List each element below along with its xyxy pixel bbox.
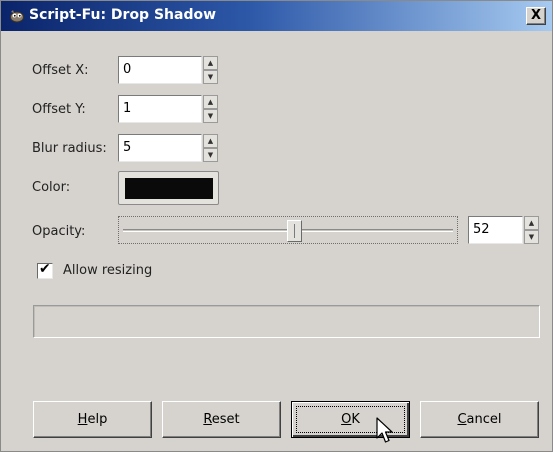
cancel-label-rest: ancel [466,412,502,427]
cancel-button[interactable]: Cancel [420,401,539,438]
offset-x-label: Offset X: [32,63,89,78]
increment-arrow-icon[interactable]: ▲ [203,134,218,148]
help-mnemonic: H [77,412,88,427]
decrement-arrow-icon[interactable]: ▼ [203,109,218,123]
blur-radius-stepper[interactable]: ▲ ▼ [203,134,218,162]
color-label: Color: [32,180,71,195]
offset-x-stepper[interactable]: ▲ ▼ [203,56,218,84]
window-title: Script-Fu: Drop Shadow [29,7,217,23]
cancel-mnemonic: C [457,412,467,427]
reset-button[interactable]: Reset [162,401,281,438]
offset-y-spinbox[interactable]: 1 ▲ ▼ [118,95,219,123]
offset-y-input[interactable]: 1 [118,95,202,123]
mouse-pointer-icon [376,417,393,443]
allow-resizing-checkbox[interactable]: ✔ [37,261,53,279]
checkmark-icon: ✔ [39,261,51,277]
color-picker-button[interactable] [118,171,219,205]
opacity-spinbox[interactable]: 52 ▲ ▼ [468,216,540,244]
offset-x-input[interactable]: 0 [118,56,202,84]
offset-y-label: Offset Y: [32,102,86,117]
decrement-arrow-icon[interactable]: ▼ [203,70,218,84]
blur-radius-label: Blur radius: [32,141,107,156]
decrement-arrow-icon[interactable]: ▼ [524,230,539,244]
close-button[interactable]: X [526,7,546,25]
blur-radius-input[interactable]: 5 [118,134,202,162]
title-bar[interactable]: Script-Fu: Drop Shadow X [1,1,552,31]
increment-arrow-icon[interactable]: ▲ [203,95,218,109]
close-icon: X [530,8,542,23]
progress-bar [33,305,540,338]
gimp-wilber-icon [10,10,24,23]
opacity-label: Opacity: [32,224,86,239]
offset-x-spinbox[interactable]: 0 ▲ ▼ [118,56,219,84]
script-fu-dialog: Script-Fu: Drop Shadow X Offset X: 0 ▲ ▼… [0,0,553,452]
reset-mnemonic: R [203,412,212,427]
help-label-rest: elp [87,412,108,427]
opacity-input[interactable]: 52 [468,216,523,244]
opacity-slider[interactable] [118,216,458,244]
allow-resizing-label[interactable]: Allow resizing [63,263,152,278]
increment-arrow-icon[interactable]: ▲ [203,56,218,70]
opacity-stepper[interactable]: ▲ ▼ [524,216,539,244]
slider-handle[interactable] [286,220,302,242]
decrement-arrow-icon[interactable]: ▼ [203,148,218,162]
blur-radius-spinbox[interactable]: 5 ▲ ▼ [118,134,219,162]
reset-label-rest: eset [211,412,240,427]
color-swatch [125,178,213,199]
increment-arrow-icon[interactable]: ▲ [524,216,539,230]
help-button[interactable]: Help [33,401,152,438]
offset-y-stepper[interactable]: ▲ ▼ [203,95,218,123]
